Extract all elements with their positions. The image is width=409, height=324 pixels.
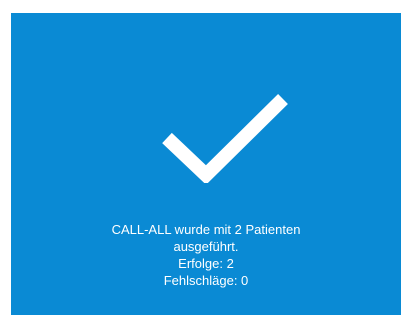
- failure-count: Fehlschläge: 0: [163, 273, 249, 288]
- result-message: CALL-ALL wurde mit 2 Patienten ausgeführ…: [11, 221, 401, 289]
- message-line-status: ausgeführt.: [173, 239, 239, 254]
- checkmark-icon: [161, 93, 289, 183]
- success-count: Erfolge: 2: [178, 256, 234, 271]
- message-line-summary: CALL-ALL wurde mit 2 Patienten: [111, 222, 301, 237]
- success-dialog: CALL-ALL wurde mit 2 Patienten ausgeführ…: [11, 13, 401, 315]
